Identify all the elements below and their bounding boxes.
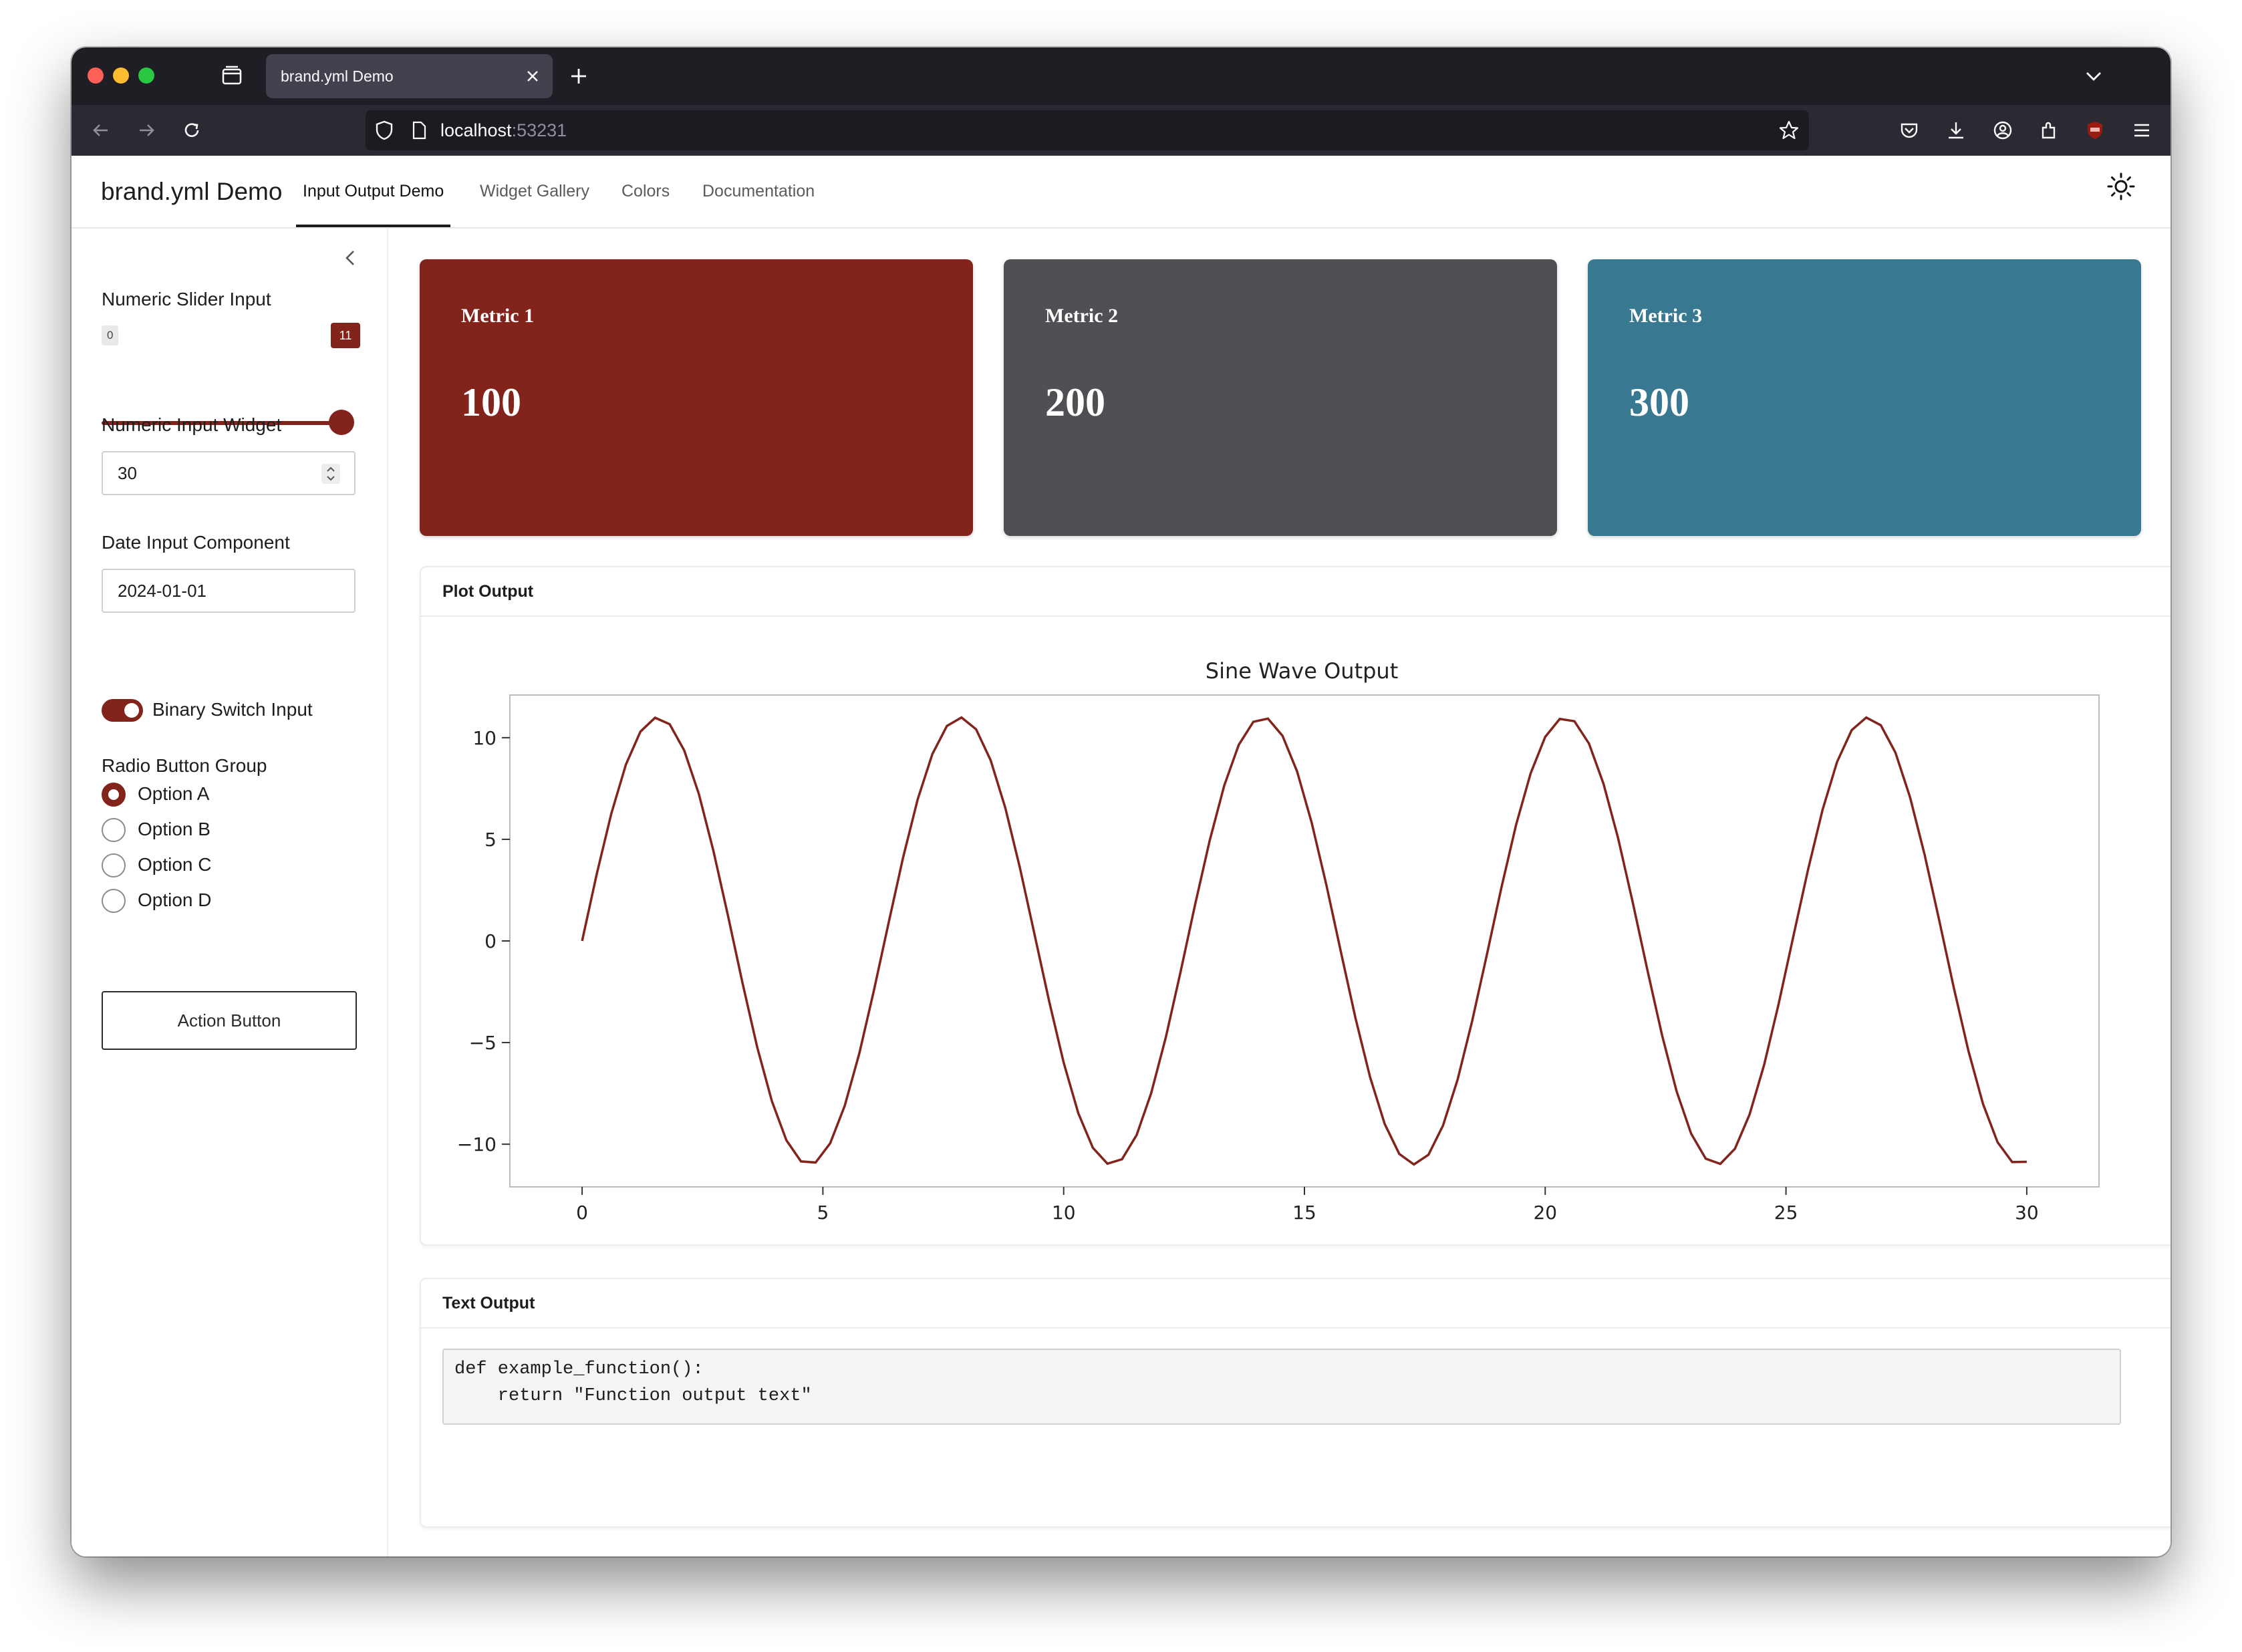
sine-wave-chart: Sine Wave Output 10 5 0 −5 −10 0 5 10 15 20 25 30 [457,658,2100,1224]
radio-option-b-label[interactable]: Option B [138,819,211,840]
switch-knob [124,703,139,718]
chart-title: Sine Wave Output [1206,658,1399,684]
browser-window: brand.yml Demo localhost:53231 brand.yml… [72,47,2170,1556]
page-icon [412,121,426,140]
radio-group-label: Radio Button Group [102,755,267,776]
x-tick-label: 0 [576,1202,588,1224]
slider-value-badge: 11 [331,323,360,348]
extensions-icon[interactable] [2038,118,2062,142]
switch-label: Binary Switch Input [152,699,313,720]
x-tick-label: 10 [1052,1202,1076,1224]
slider-handle[interactable] [329,410,354,435]
card-header: Plot Output [421,567,2170,617]
menu-icon[interactable] [2130,118,2154,142]
plot-area [509,694,2100,1188]
slider-min-label: 0 [102,325,119,346]
radio-option-c-label[interactable]: Option C [138,854,212,875]
ublock-icon[interactable] [2083,118,2107,142]
y-tick-label: −10 [457,1133,497,1155]
date-input[interactable]: 2024-01-01 [102,569,356,613]
y-tick-label: 5 [484,829,497,851]
url-port: :53231 [511,120,567,140]
metric-card-3: Metric 3 300 [1588,259,2141,536]
y-tick-label: −5 [469,1032,497,1054]
minimize-window-button[interactable] [113,67,129,84]
card-header: Text Output [421,1279,2170,1329]
maximize-window-button[interactable] [138,67,154,84]
metric-title: Metric 1 [461,305,535,327]
bookmark-star-icon[interactable] [1777,118,1801,142]
firefox-view-icon[interactable] [220,63,244,88]
reload-icon[interactable] [180,118,204,142]
app-brand[interactable]: brand.yml Demo [101,156,282,227]
pocket-icon[interactable] [1897,118,1921,142]
browser-nav-bar: localhost:53231 [72,105,2170,156]
account-icon[interactable] [1991,118,2015,142]
nav-input-output-demo[interactable]: Input Output Demo [295,156,451,227]
sidebar: Numeric Slider Input 0 11 Numeric Input … [72,229,388,1556]
app-navbar: brand.yml Demo Input Output Demo Widget … [72,156,2170,229]
browser-tab[interactable]: brand.yml Demo [266,54,553,98]
back-icon[interactable] [89,118,113,142]
code-line-2: return "Function output text" [454,1386,812,1406]
app: brand.yml Demo Input Output Demo Widget … [72,156,2170,1556]
radio-option-a[interactable] [102,783,126,807]
card-title: Text Output [442,1294,535,1313]
stepper-icon[interactable] [321,463,341,485]
x-tick-label: 25 [1774,1202,1798,1224]
nav-colors[interactable]: Colors [621,156,670,227]
new-tab-icon[interactable] [566,63,591,89]
url-bar[interactable]: localhost:53231 [366,110,1809,150]
forward-icon[interactable] [134,118,158,142]
binary-switch[interactable] [102,699,143,722]
radio-option-c[interactable] [102,853,126,877]
action-button[interactable]: Action Button [102,991,357,1050]
radio-option-d-label[interactable]: Option D [138,889,212,911]
y-tick-label: 0 [484,930,497,952]
metric-value: 300 [1629,380,1689,424]
browser-tab-bar: brand.yml Demo [72,47,2170,105]
nav-widget-gallery[interactable]: Widget Gallery [480,156,589,227]
x-tick-label: 20 [1533,1202,1557,1224]
metric-card-2: Metric 2 200 [1004,259,1557,536]
close-window-button[interactable] [88,67,104,84]
sun-icon[interactable] [2105,170,2137,202]
download-icon[interactable] [1944,118,1968,142]
shield-icon[interactable] [372,118,396,142]
numeric-input[interactable]: 30 [102,451,356,495]
metric-title: Metric 3 [1629,305,1703,327]
url-host: localhost [440,120,512,140]
chevron-left-icon[interactable] [337,245,364,271]
metric-value: 100 [461,380,521,424]
date-input-value: 2024-01-01 [118,581,206,601]
code-output: def example_function(): return "Function… [442,1349,2121,1425]
x-tick-label: 30 [2015,1202,2039,1224]
close-tab-icon[interactable] [523,67,542,86]
radio-option-a-label[interactable]: Option A [138,783,209,805]
slider-label: Numeric Slider Input [102,289,271,309]
metric-value: 200 [1045,380,1105,424]
url-text: localhost:53231 [440,110,567,150]
radio-option-d[interactable] [102,889,126,913]
tab-title: brand.yml Demo [281,67,394,85]
metric-title: Metric 2 [1045,305,1119,327]
x-tick-label: 15 [1292,1202,1316,1224]
radio-option-b[interactable] [102,818,126,842]
card-title: Plot Output [442,582,534,601]
nav-documentation[interactable]: Documentation [702,156,815,227]
y-tick-label: 10 [472,727,497,749]
date-input-label: Date Input Component [102,532,290,553]
code-line-1: def example_function(): [454,1359,704,1379]
metric-card-1: Metric 1 100 [420,259,973,536]
numeric-input-value: 30 [118,463,137,483]
chevron-down-icon[interactable] [2082,65,2105,88]
numeric-input-label: Numeric Input Widget [102,414,282,435]
text-output-card: Text Output def example_function(): retu… [420,1278,2170,1528]
sine-series-line [581,716,2027,1166]
plot-output-card: Plot Output Sine Wave Output 10 5 0 −5 −10 0… [420,566,2170,1246]
x-tick-label: 5 [817,1202,829,1224]
